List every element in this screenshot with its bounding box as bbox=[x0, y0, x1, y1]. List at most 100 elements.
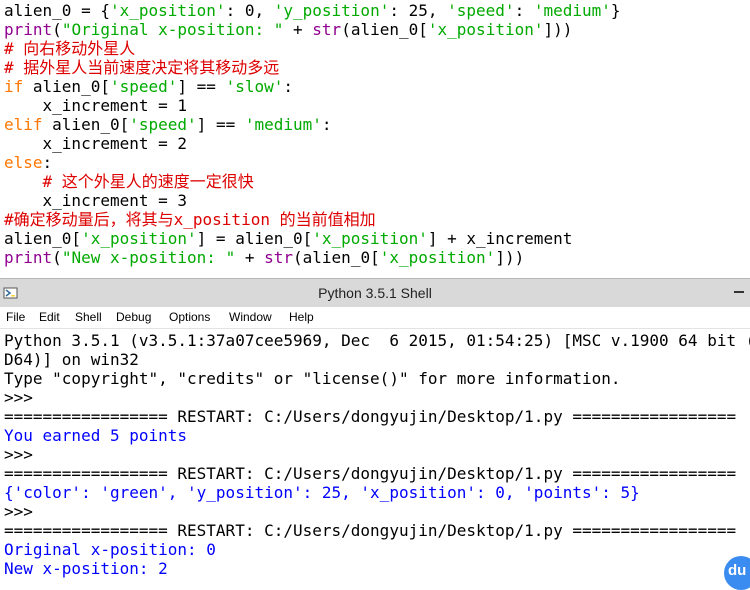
shell-line: ================= RESTART: C:/Users/dong… bbox=[4, 464, 736, 483]
menu-help[interactable]: Help bbox=[289, 309, 314, 326]
minimize-icon[interactable] bbox=[734, 291, 744, 293]
code-token: print bbox=[4, 248, 53, 267]
code-line[interactable]: print("Original x-position: " + str(alie… bbox=[4, 20, 572, 39]
code-token: x_increment = 2 bbox=[4, 134, 188, 153]
code-token: >>> bbox=[4, 502, 43, 521]
code-token: ] + x_increment bbox=[427, 229, 573, 248]
code-token: 'speed' bbox=[129, 115, 197, 134]
code-token: alien_0[ bbox=[42, 115, 130, 134]
code-token: 'slow' bbox=[225, 77, 284, 96]
menu-bar: File Edit Shell Debug Options Window Hel… bbox=[0, 307, 750, 329]
watermark-badge: du bbox=[724, 556, 750, 590]
shell-line: {'color': 'green', 'y_position': 25, 'x_… bbox=[4, 483, 640, 502]
code-token: "Original x-position: " bbox=[61, 20, 284, 39]
code-line[interactable]: # 向右移动外星人 bbox=[4, 39, 135, 58]
code-line[interactable]: x_increment = 1 bbox=[4, 96, 188, 115]
code-token: 'x_position' bbox=[312, 229, 428, 248]
code-token: >>> bbox=[4, 388, 43, 407]
code-token: : bbox=[283, 77, 294, 96]
code-token: ])) bbox=[543, 20, 573, 39]
shell-line: >>> bbox=[4, 445, 43, 464]
code-token: # 这个外星人的速度一定很快 bbox=[42, 172, 254, 191]
code-token: 'x_position' bbox=[379, 248, 496, 267]
code-line[interactable]: x_increment = 3 bbox=[4, 191, 188, 210]
code-token: D64)] on win32 bbox=[4, 350, 139, 369]
shell-line: You earned 5 points bbox=[4, 426, 187, 445]
code-token: Python 3.5.1 (v3.5.1:37a07cee5969, Dec 6… bbox=[4, 331, 750, 350]
code-token: You earned 5 points bbox=[4, 426, 188, 445]
code-line[interactable]: # 据外星人当前速度决定将其移动多远 bbox=[4, 58, 279, 77]
code-token: + bbox=[235, 248, 265, 267]
code-token: # 据外星人当前速度决定将其移动多远 bbox=[4, 58, 280, 77]
code-line[interactable]: if alien_0['speed'] == 'slow': bbox=[4, 77, 293, 96]
menu-options[interactable]: Options bbox=[169, 309, 210, 326]
shell-line: Type "copyright", "credits" or "license(… bbox=[4, 369, 621, 388]
code-token: : 0, bbox=[225, 1, 274, 20]
shell-output[interactable]: Python 3.5.1 (v3.5.1:37a07cee5969, Dec 6… bbox=[0, 329, 750, 583]
code-line[interactable]: alien_0['x_position'] = alien_0['x_posit… bbox=[4, 229, 572, 248]
code-token: : bbox=[514, 1, 534, 20]
code-token: alien_0[ bbox=[23, 77, 110, 96]
code-token: 'y_position' bbox=[273, 1, 390, 20]
code-token: : 25, bbox=[389, 1, 448, 20]
code-token: x_increment = 1 bbox=[4, 96, 188, 115]
code-token: : bbox=[321, 115, 332, 134]
shell-line: Python 3.5.1 (v3.5.1:37a07cee5969, Dec 6… bbox=[4, 331, 750, 350]
code-token: str bbox=[264, 248, 294, 267]
code-editor[interactable]: alien_0 = {'x_position': 0, 'y_position'… bbox=[0, 0, 750, 272]
code-token: Type "copyright", "credits" or "license(… bbox=[4, 369, 621, 388]
code-token: + bbox=[283, 20, 313, 39]
code-token: ================= RESTART: C:/Users/dong… bbox=[4, 407, 737, 426]
code-token: ================= RESTART: C:/Users/dong… bbox=[4, 521, 737, 540]
menu-file[interactable]: File bbox=[6, 309, 25, 326]
shell-line: >>> bbox=[4, 388, 43, 407]
code-token: 'medium' bbox=[244, 115, 322, 134]
code-line[interactable]: # 这个外星人的速度一定很快 bbox=[4, 172, 254, 191]
code-token: {'color': 'green', 'y_position': 25, 'x_… bbox=[4, 483, 640, 502]
code-token: # 向右移动外星人 bbox=[4, 39, 136, 58]
code-token: ( bbox=[52, 248, 62, 267]
code-token: alien_0 = { bbox=[4, 1, 110, 20]
code-line[interactable]: else: bbox=[4, 153, 52, 172]
code-token: x_increment = 3 bbox=[4, 191, 188, 210]
shell-line: ================= RESTART: C:/Users/dong… bbox=[4, 407, 736, 426]
code-token: ( bbox=[52, 20, 62, 39]
shell-line: Original x-position: 0 bbox=[4, 540, 216, 559]
shell-line: ================= RESTART: C:/Users/dong… bbox=[4, 521, 736, 540]
menu-edit[interactable]: Edit bbox=[39, 309, 60, 326]
code-token: 'speed' bbox=[109, 77, 178, 96]
code-token: 'x_position' bbox=[81, 229, 197, 248]
shell-line: >>> bbox=[4, 502, 43, 521]
shell-title-bar[interactable]: Python 3.5.1 Shell bbox=[0, 278, 750, 307]
code-line[interactable]: #确定移动量后，将其与x_position 的当前值相加 bbox=[4, 210, 376, 229]
code-token: 'x_position' bbox=[109, 1, 226, 20]
code-token: 'speed' bbox=[447, 1, 515, 20]
menu-debug[interactable]: Debug bbox=[116, 309, 151, 326]
menu-window[interactable]: Window bbox=[229, 309, 272, 326]
code-token: elif bbox=[4, 115, 43, 134]
menu-shell[interactable]: Shell bbox=[75, 309, 102, 326]
code-line[interactable]: elif alien_0['speed'] == 'medium': bbox=[4, 115, 332, 134]
code-line[interactable]: print("New x-position: " + str(alien_0['… bbox=[4, 248, 524, 267]
code-token: else bbox=[4, 153, 43, 172]
code-token: New x-position: 2 bbox=[4, 559, 168, 578]
code-token: Original x-position: 0 bbox=[4, 540, 216, 559]
code-token: "New x-position: " bbox=[61, 248, 236, 267]
code-token: print bbox=[4, 20, 53, 39]
code-token: #确定移动量后，将其与x_position 的当前值相加 bbox=[4, 210, 376, 229]
code-token: ================= RESTART: C:/Users/dong… bbox=[4, 464, 737, 483]
shell-line: New x-position: 2 bbox=[4, 559, 168, 578]
code-token: alien_0[ bbox=[4, 229, 82, 248]
code-line[interactable]: x_increment = 2 bbox=[4, 134, 188, 153]
code-token: 'x_position' bbox=[427, 20, 544, 39]
code-line[interactable]: alien_0 = {'x_position': 0, 'y_position'… bbox=[4, 1, 621, 20]
code-token: >>> bbox=[4, 445, 43, 464]
code-token: ])) bbox=[495, 248, 525, 267]
code-token: 'medium' bbox=[533, 1, 611, 20]
window-title: Python 3.5.1 Shell bbox=[318, 285, 432, 301]
code-token: str bbox=[312, 20, 342, 39]
code-token: ] = alien_0[ bbox=[196, 229, 313, 248]
shell-line: D64)] on win32 bbox=[4, 350, 139, 369]
code-token: (alien_0[ bbox=[341, 20, 428, 39]
